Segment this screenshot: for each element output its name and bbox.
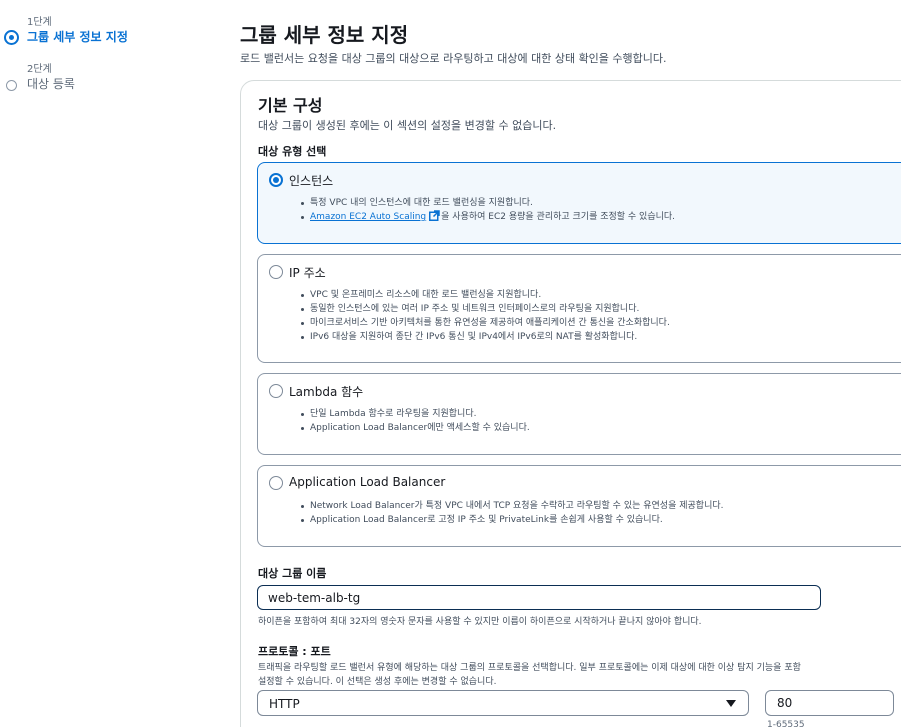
option-label: Lambda 함수 xyxy=(289,385,364,399)
ec2-auto-scaling-link[interactable]: Amazon EC2 Auto Scaling xyxy=(310,212,426,222)
bullet-item: VPC 및 온프레미스 리소스에 대한 로드 밸런싱을 지원합니다. xyxy=(301,288,670,302)
bullet-item: Network Load Balancer가 특정 VPC 내에서 TCP 요청… xyxy=(301,501,724,511)
page-description: 로드 밸런서는 요청을 대상 그룹의 대상으로 라우팅하고 대상에 대한 상태 … xyxy=(240,52,667,65)
bullet-item: 단일 Lambda 함수로 라우팅을 지원합니다. xyxy=(301,407,530,421)
option-bullets: 특정 VPC 내의 인스턴스에 대한 로드 밸런싱을 지원합니다. Amazon… xyxy=(300,196,675,226)
option-bullets: 단일 Lambda 함수로 라우팅을 지원합니다. Application Lo… xyxy=(301,407,530,435)
radio-unselected-icon[interactable] xyxy=(269,476,283,490)
page: 1단계 그룹 세부 정보 지정 2단계 대상 등록 그룹 세부 정보 지정 로드… xyxy=(0,0,901,727)
target-type-option-instances[interactable]: 인스턴스 특정 VPC 내의 인스턴스에 대한 로드 밸런싱을 지원합니다. A… xyxy=(257,162,901,244)
option-bullets: Network Load Balancer가 특정 VPC 내에서 TCP 요청… xyxy=(301,499,724,527)
target-type-option-alb[interactable]: Application Load Balancer Network Load B… xyxy=(257,465,901,547)
step-1-label[interactable]: 그룹 세부 정보 지정 xyxy=(27,28,128,45)
bullet-item: Application Load Balancer에만 액세스할 수 있습니다. xyxy=(301,423,530,433)
option-label: 인스턴스 xyxy=(289,174,334,188)
target-type-option-lambda[interactable]: Lambda 함수 단일 Lambda 함수로 라우팅을 지원합니다. Appl… xyxy=(257,373,901,455)
option-bullets: VPC 및 온프레미스 리소스에 대한 로드 밸런싱을 지원합니다. 동일한 인… xyxy=(301,288,670,344)
caret-down-icon[interactable] xyxy=(726,700,736,707)
bullet-item: 특정 VPC 내의 인스턴스에 대한 로드 밸런싱을 지원합니다. xyxy=(300,196,675,210)
protocol-port-label: 프로토콜 : 포트 xyxy=(258,645,331,658)
bullet-item: Amazon EC2 Auto Scaling 을 사용하여 EC2 용량을 관리… xyxy=(300,210,675,226)
step-2-number: 2단계 xyxy=(27,64,52,75)
basic-config-title: 기본 구성 xyxy=(258,96,323,115)
protocol-select[interactable]: HTTP xyxy=(257,690,749,716)
target-group-name-label: 대상 그룹 이름 xyxy=(258,567,327,580)
radio-unselected-icon[interactable] xyxy=(269,265,283,279)
protocol-port-description-line-1: 트래픽을 라우팅할 로드 밸런서 유형에 해당하는 대상 그룹의 프로토콜을 선… xyxy=(258,663,801,673)
radio-selected-icon[interactable] xyxy=(269,173,283,187)
option-label: IP 주소 xyxy=(289,266,326,280)
page-title: 그룹 세부 정보 지정 xyxy=(240,23,409,47)
target-type-label: 대상 유형 선택 xyxy=(258,145,327,158)
bullet-item: Application Load Balancer로 고정 IP 주소 및 Pr… xyxy=(301,513,724,527)
bullet-item: IPv6 대상을 지원하여 종단 간 IPv6 통신 및 IPv4에서 IPv6… xyxy=(301,330,670,344)
target-type-option-ip-address[interactable]: IP 주소 VPC 및 온프레미스 리소스에 대한 로드 밸런싱을 지원합니다.… xyxy=(257,254,901,363)
radio-unselected-icon[interactable] xyxy=(269,384,283,398)
port-range-hint: 1-65535 xyxy=(767,720,805,727)
port-input[interactable] xyxy=(765,690,894,716)
target-group-name-input[interactable] xyxy=(257,585,821,610)
step-2-label[interactable]: 대상 등록 xyxy=(27,75,75,92)
bullet-item: 마이크로서비스 기반 아키텍처를 통한 유연성을 제공하여 애플리케이션 간 통… xyxy=(301,318,670,328)
external-link-icon[interactable] xyxy=(429,210,440,226)
step-1-number: 1단계 xyxy=(27,17,52,28)
step-active-indicator-icon xyxy=(4,30,19,45)
option-label: Application Load Balancer xyxy=(289,475,446,489)
basic-config-description: 대상 그룹이 생성된 후에는 이 섹션의 설정을 변경할 수 없습니다. xyxy=(258,119,557,132)
protocol-port-description-line-2: 설정할 수 있습니다. 이 선택은 생성 후에는 변경할 수 없습니다. xyxy=(258,677,497,687)
bullet-item: 동일한 인스턴스에 있는 여러 IP 주소 및 네트워크 인터페이스로의 라우팅… xyxy=(301,302,670,316)
step-inactive-indicator-icon xyxy=(6,80,17,91)
protocol-select-value: HTTP xyxy=(269,697,300,711)
target-group-name-help: 하이픈을 포함하여 최대 32자의 영숫자 문자를 사용할 수 있지만 이름이 … xyxy=(258,617,702,627)
